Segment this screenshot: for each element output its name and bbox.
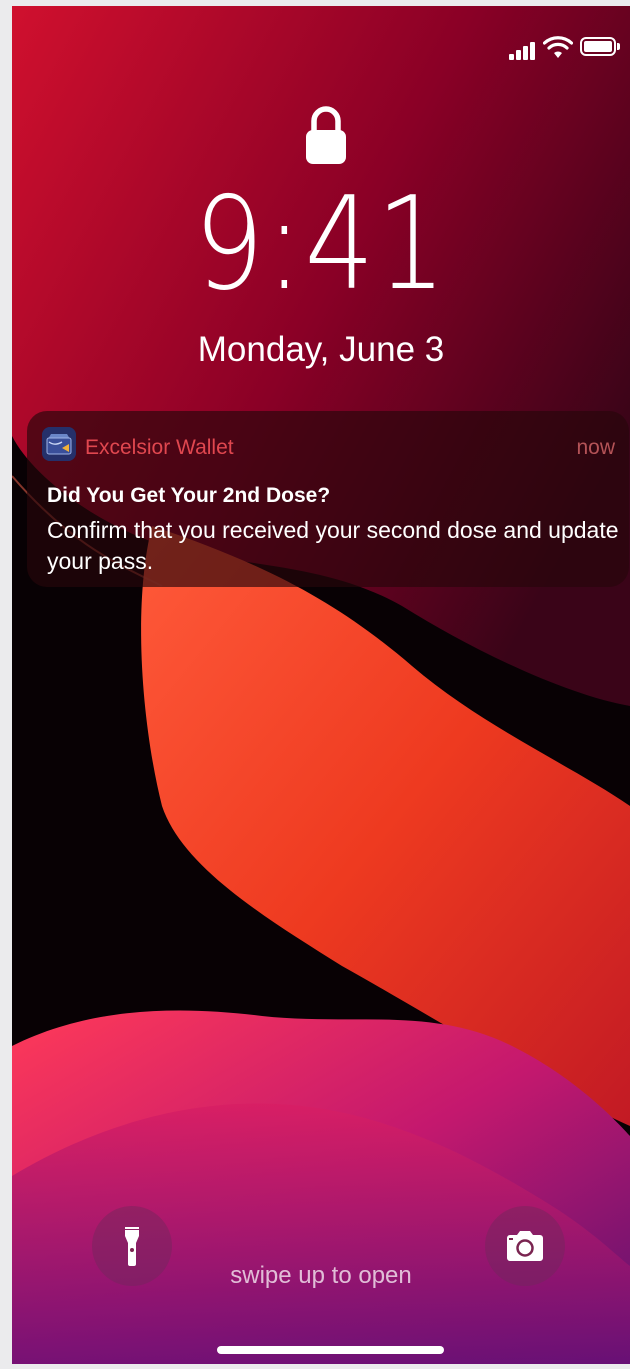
wallet-icon [42,427,76,461]
notification-title: Did You Get Your 2nd Dose? [47,484,331,507]
lock-screen-date: Monday, June 3 [197,330,445,369]
wifi-icon [543,36,573,58]
notification-time: now [576,436,615,459]
battery-icon [580,37,620,56]
lock-screen-time: 9:41 [193,170,449,319]
swipe-up-hint: swipe up to open [230,1262,412,1289]
status-bar [12,6,630,76]
lock-screen[interactable]: 9:41 Monday, June 3 Excelsior Wallet now… [12,6,630,1364]
home-indicator[interactable] [217,1346,444,1354]
notification-card[interactable]: Excelsior Wallet now Did You Get Your 2n… [27,411,629,587]
notification-body: Confirm that you received your second do… [47,517,619,574]
padlock-icon [306,106,346,164]
notification-app-name: Excelsior Wallet [85,436,234,459]
cellular-signal-icon [509,40,539,60]
battery-level-fill [584,41,612,52]
